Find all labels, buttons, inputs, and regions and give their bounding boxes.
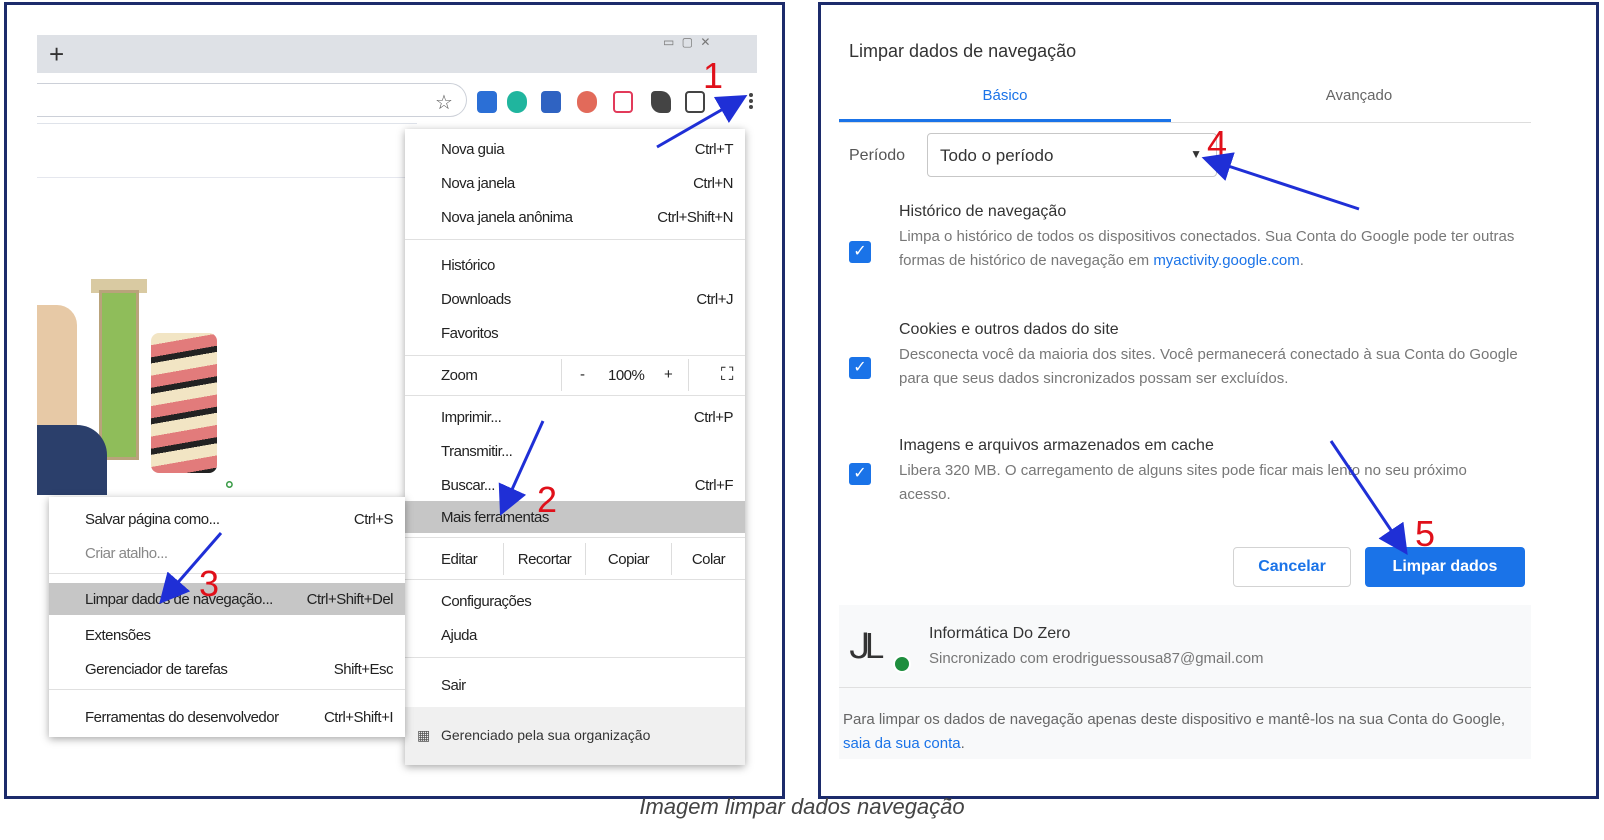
arrow-to-menu	[656, 95, 748, 149]
annotation-arrows	[159, 95, 748, 605]
arrow-to-period	[1201, 152, 1360, 211]
arrow-to-clear-data	[159, 532, 223, 605]
arrow-to-clear-button	[1329, 440, 1408, 555]
annotation-arrows-right	[1201, 152, 1408, 555]
browser-menu-panel: + ▭ ▢ ✕ ☆ ⚬ Nova guia Ctrl+T Nova janela C…	[4, 2, 785, 799]
image-caption: Imagem limpar dados navegação	[639, 794, 965, 819]
arrow-to-more-tools	[498, 420, 545, 516]
clear-data-dialog-panel: Limpar dados de navegação Básico Avançad…	[818, 2, 1599, 799]
